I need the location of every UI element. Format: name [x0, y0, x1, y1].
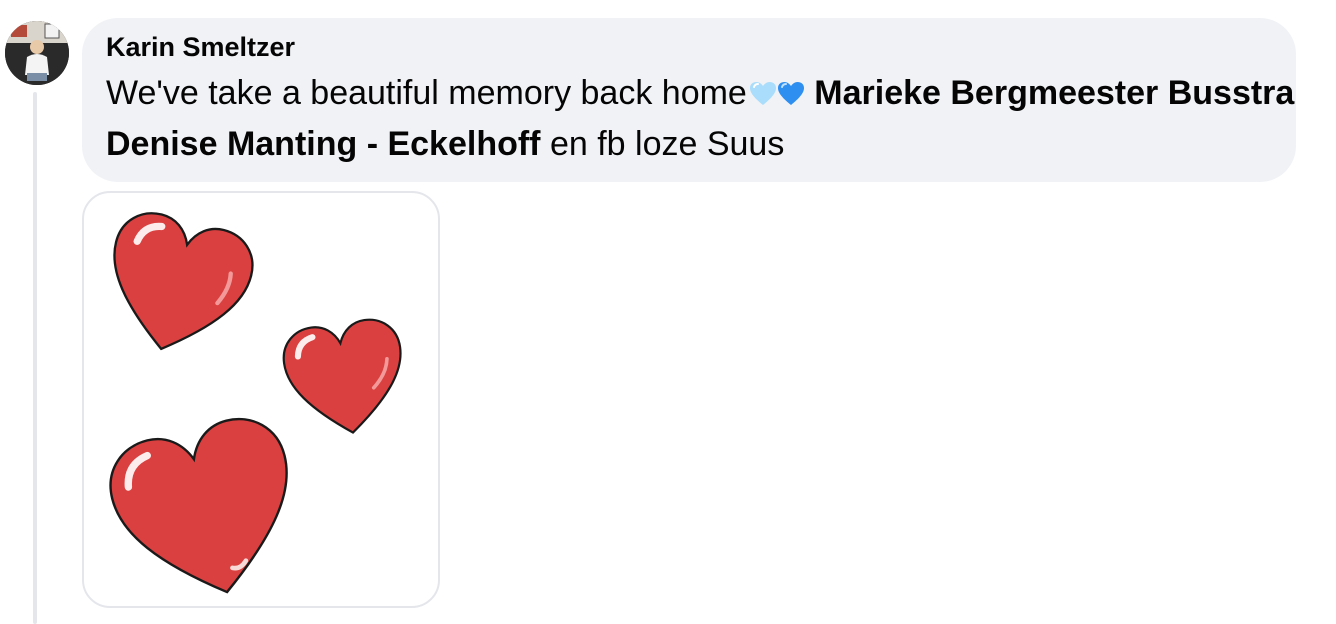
hearts-sticker-icon — [92, 204, 413, 606]
reply-thread-line — [33, 92, 37, 624]
comment-emojis — [749, 72, 805, 120]
comment-trailing-text: en fb loze Suus — [540, 125, 785, 163]
comment-text: We've take a beautiful memory back home … — [106, 69, 1294, 168]
mention-denise[interactable]: Denise Manting - Eckelhoff — [106, 125, 541, 163]
light-blue-heart-icon — [749, 82, 776, 105]
heart-middle-right — [278, 314, 413, 442]
sticker-attachment[interactable] — [82, 191, 440, 608]
heart-top-left — [92, 204, 262, 367]
avatar[interactable] — [5, 21, 69, 85]
mention-marieke[interactable]: Marieke Bergmeester Busstra — [814, 74, 1294, 112]
blue-heart-icon — [777, 82, 804, 105]
heart-bottom-left — [99, 407, 315, 606]
comment-author-name[interactable]: Karin Smeltzer — [106, 30, 1272, 64]
comment-body-text: We've take a beautiful memory back home — [106, 74, 747, 112]
comment-bubble: Karin Smeltzer We've take a beautiful me… — [82, 18, 1296, 182]
